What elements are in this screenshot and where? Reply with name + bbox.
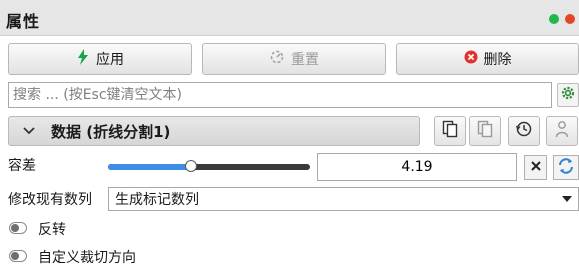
dropdown-arrow-icon [559,191,575,207]
delete-label: 删除 [483,52,512,68]
history-icon [515,120,533,142]
reverse-label: 反转 [38,222,66,238]
tolerance-slider-handle[interactable] [185,160,197,172]
section-title: 数据 (折线分割1) [51,122,171,141]
apply-label: 应用 [96,52,124,68]
close-icon [530,160,542,176]
data-section-header[interactable]: 数据 (折线分割1) [8,116,420,146]
red-close-dot[interactable] [565,14,575,24]
user-icon [555,120,569,142]
tolerance-input[interactable] [317,153,517,181]
sync-icon [557,157,575,179]
tolerance-sync-button[interactable] [553,155,579,180]
reverse-toggle[interactable] [9,222,27,234]
tolerance-slider-fill [108,164,191,170]
green-status-dot[interactable] [549,14,559,24]
modify-arrays-selected: 生成标记数列 [115,192,199,208]
search-input[interactable] [8,82,552,108]
paste-button[interactable] [469,116,501,146]
panel-title-bar [0,0,579,36]
paste-icon [477,120,493,142]
tolerance-label: 容差 [8,158,36,174]
reset-label: 重置 [291,52,319,68]
copy-icon [442,120,458,142]
copy-button[interactable] [434,116,466,146]
custom-cut-direction-toggle[interactable] [9,250,27,262]
custom-cut-direction-label: 自定义裁切方向 [38,250,136,266]
lightning-icon [76,49,90,69]
delete-circle-icon [464,50,478,68]
modify-arrays-dropdown[interactable]: 生成标记数列 [108,187,579,211]
user-button[interactable] [546,116,578,146]
apply-button[interactable]: 应用 [8,43,192,75]
history-button[interactable] [508,116,540,146]
panel-title: 属性 [6,12,41,31]
reset-button[interactable]: 重置 [202,43,386,75]
gear-icon [560,85,576,105]
reset-icon [269,49,285,69]
delete-button[interactable]: 删除 [396,43,579,75]
search-settings-button[interactable] [557,83,579,107]
chevron-down-icon [23,124,37,138]
modify-arrays-label: 修改现有数列 [8,192,92,208]
tolerance-clear-button[interactable] [524,155,547,180]
